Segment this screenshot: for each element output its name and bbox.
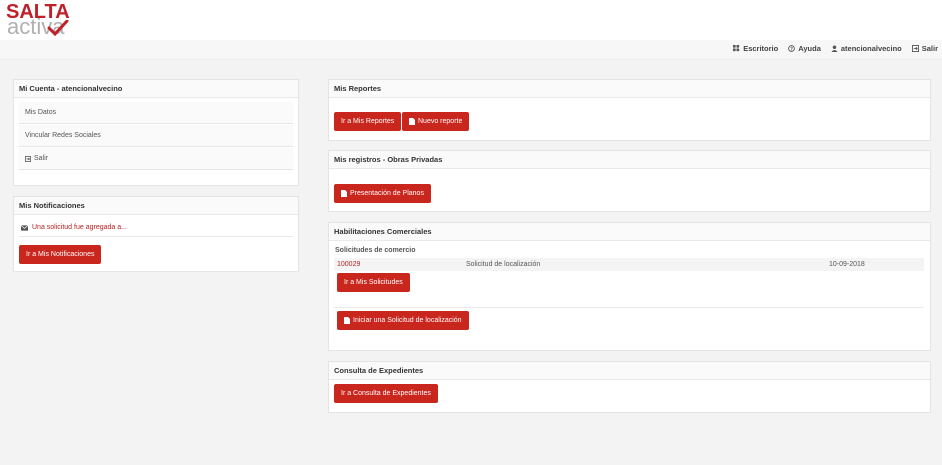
account-panel: Mi Cuenta - atencionalvecino Mis Datos V… [13, 79, 299, 186]
button-label: Nuevo reporte [418, 118, 463, 125]
envelope-icon [21, 224, 28, 231]
top-navigation-bar: Escritorio Ayuda atencionalvecino Salir [0, 40, 942, 60]
habilitaciones-panel-title: Habilitaciones Comerciales [329, 223, 930, 241]
button-label: Ir a Mis Solicitudes [344, 279, 403, 286]
menu-item-salir[interactable]: Salir [19, 148, 293, 170]
ir-a-mis-notificaciones-button[interactable]: Ir a Mis Notificaciones [19, 245, 102, 264]
menu-item-label: Mis Datos [25, 109, 57, 116]
nuevo-reporte-button[interactable]: Nuevo reporte [402, 112, 470, 131]
menu-item-vincular-redes[interactable]: Vincular Redes Sociales [19, 125, 293, 147]
top-nav: Escritorio Ayuda atencionalvecino Salir [733, 44, 938, 53]
salir-label: Salir [921, 44, 938, 53]
account-panel-title: Mi Cuenta - atencionalvecino [14, 80, 298, 98]
logout-icon [911, 45, 919, 52]
notifications-panel-title: Mis Notificaciones [14, 197, 298, 215]
ir-a-consulta-expedientes-button[interactable]: Ir a Consulta de Expedientes [334, 384, 438, 403]
ir-a-mis-reportes-button[interactable]: Ir a Mis Reportes [334, 112, 402, 131]
user-icon [831, 45, 838, 52]
document-icon [409, 118, 415, 125]
presentacion-de-planos-button[interactable]: Presentación de Planos [334, 184, 431, 203]
escritorio-label: Escritorio [743, 44, 779, 53]
notifications-panel: Mis Notificaciones Una solicitud fue agr… [13, 196, 299, 272]
reports-panel: Mis Reportes Ir a Mis Reportes Nuevo rep… [328, 79, 931, 141]
solicitudes-subtitle: Solicitudes de comercio [335, 247, 416, 254]
iniciar-solicitud-button[interactable]: Iniciar una Solicitud de localización [337, 311, 469, 330]
button-label: Ir a Mis Reportes [341, 118, 395, 125]
registros-panel-title: Mis registros - Obras Privadas [329, 151, 930, 169]
header: SALTA activa [0, 0, 942, 40]
ayuda-link[interactable]: Ayuda [788, 44, 821, 53]
solicitud-date: 10-09-2018 [829, 261, 865, 268]
document-icon [344, 317, 350, 324]
ir-a-mis-solicitudes-button[interactable]: Ir a Mis Solicitudes [337, 273, 410, 292]
solicitud-description: Solicitud de localización [466, 261, 541, 268]
expedientes-panel-title: Consulta de Expedientes [329, 362, 930, 380]
escritorio-link[interactable]: Escritorio [733, 44, 778, 53]
reports-panel-title: Mis Reportes [329, 80, 930, 98]
desktop-grid-icon [733, 45, 740, 52]
user-label: atencionalvecino [840, 44, 902, 53]
button-label: Presentación de Planos [350, 190, 424, 197]
habilitaciones-panel: Habilitaciones Comerciales Solicitudes d… [328, 222, 931, 351]
salta-activa-logo[interactable]: SALTA activa [6, 2, 70, 38]
registros-panel: Mis registros - Obras Privadas Presentac… [328, 150, 931, 212]
button-label: Iniciar una Solicitud de localización [353, 317, 462, 324]
menu-item-label: Vincular Redes Sociales [25, 132, 101, 139]
notification-item[interactable]: Una solicitud fue agregada a... [21, 224, 127, 231]
ayuda-label: Ayuda [798, 44, 821, 53]
help-circle-icon [788, 45, 796, 52]
expedientes-panel: Consulta de Expedientes Ir a Consulta de… [328, 361, 931, 413]
menu-item-mis-datos[interactable]: Mis Datos [19, 102, 293, 124]
divider [19, 236, 293, 237]
user-link[interactable]: atencionalvecino [831, 44, 902, 53]
solicitud-id-link[interactable]: 100029 [337, 261, 360, 268]
logout-icon [25, 155, 31, 162]
document-icon [341, 190, 347, 197]
table-row: 100029 Solicitud de localización 10-09-2… [334, 258, 924, 271]
divider [334, 307, 924, 308]
notification-text: Una solicitud fue agregada a... [32, 224, 127, 231]
button-label: Ir a Consulta de Expedientes [341, 390, 431, 397]
salir-link[interactable]: Salir [911, 44, 938, 53]
check-mark-icon [47, 20, 69, 36]
menu-item-label: Salir [34, 155, 49, 162]
button-label: Ir a Mis Notificaciones [26, 251, 95, 258]
